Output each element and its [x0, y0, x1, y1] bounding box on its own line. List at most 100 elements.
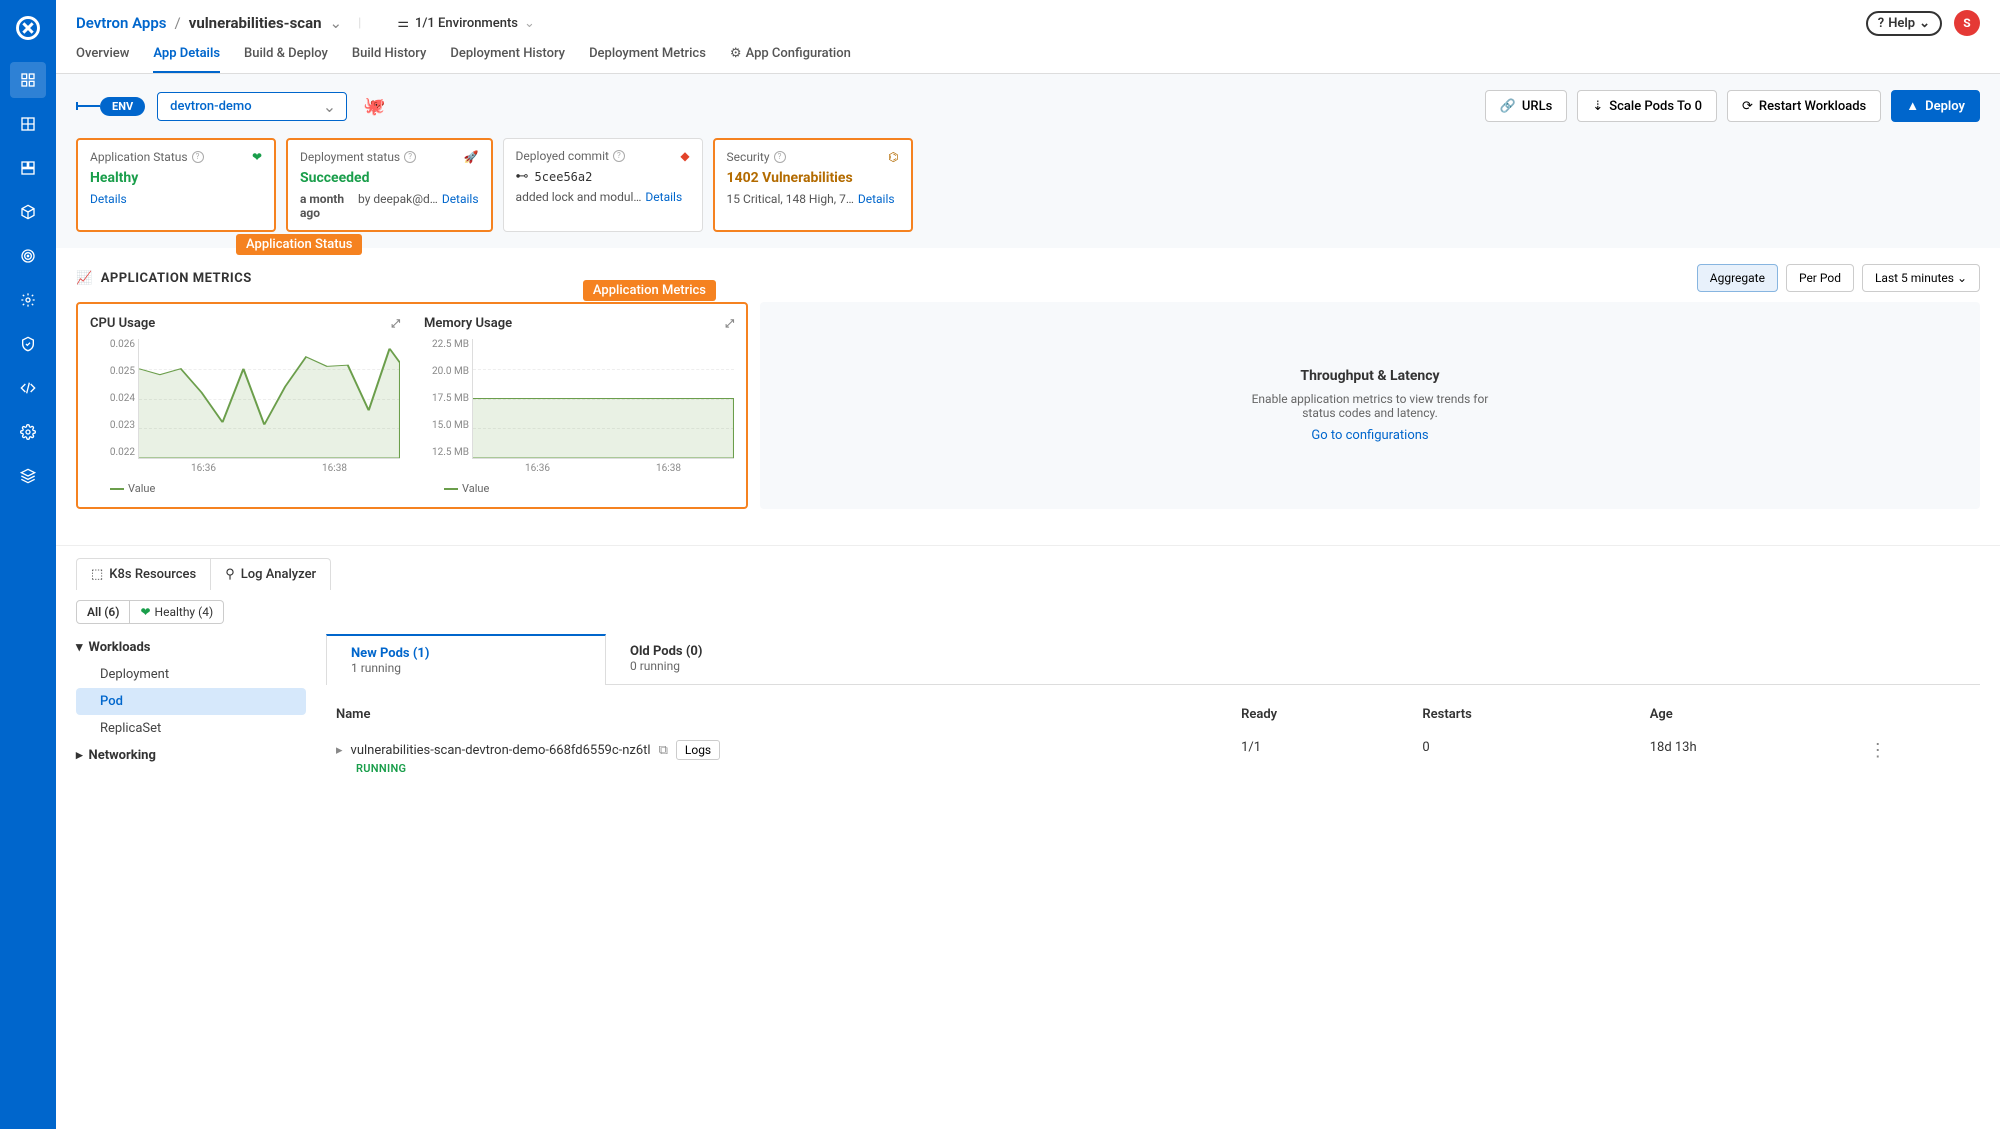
y-axis-labels: 0.0260.0250.0240.0230.022 [89, 339, 135, 458]
help-icon[interactable]: ? [774, 151, 786, 163]
chart-title-text: Memory Usage [424, 316, 512, 331]
scale-button[interactable]: ⇣Scale Pods To 0 [1577, 90, 1717, 122]
deploy-icon: ▲ [1906, 98, 1919, 114]
expand-icon[interactable]: ⤢ [725, 317, 734, 331]
details-link[interactable]: Details [645, 190, 682, 204]
breadcrumb-current: vulnerabilities-scan [189, 14, 322, 32]
commit-msg: added lock and modul… [516, 190, 642, 204]
nav-window-icon[interactable] [10, 150, 46, 186]
callout-metrics: Application Metrics [583, 280, 716, 301]
chart-memory: Memory Usage ⤢ 22.5 MB20.0 MB17.5 MB15.0 … [424, 316, 734, 495]
tab-build-deploy[interactable]: Build & Deploy [244, 46, 328, 73]
nav-shield-icon[interactable] [10, 326, 46, 362]
details-link[interactable]: Details [858, 192, 895, 206]
throughput-latency-panel: Throughput & Latency Enable application … [760, 302, 1980, 509]
pod-ready: 1/1 [1233, 732, 1412, 783]
tab-log-analyzer[interactable]: ⚲Log Analyzer [211, 558, 331, 590]
tree-item-pod[interactable]: Pod [76, 688, 306, 715]
tab-deployment-history[interactable]: Deployment History [450, 46, 565, 73]
chevron-down-icon[interactable]: ⌄ [330, 14, 343, 32]
chart-legend: Value [110, 482, 400, 495]
security-summary: 15 Critical, 148 High, 7… [727, 192, 854, 206]
nav-gear-icon[interactable] [10, 282, 46, 318]
breadcrumb-root[interactable]: Devtron Apps [76, 14, 167, 32]
tab-build-history[interactable]: Build History [352, 46, 426, 73]
page-tabs: Overview App Details Build & Deploy Buil… [56, 36, 2000, 74]
tab-new-pods[interactable]: New Pods (1) 1 running [326, 634, 606, 685]
logs-button[interactable]: Logs [676, 740, 720, 760]
tree-item-replicaset[interactable]: ReplicaSet [76, 715, 306, 742]
tree-item-deployment[interactable]: Deployment [76, 661, 306, 688]
tab-old-pods[interactable]: Old Pods (0) 0 running [606, 634, 886, 684]
nav-cube-icon[interactable] [10, 194, 46, 230]
commit-hash: 5cee56a2 [535, 170, 593, 184]
nav-grid-icon[interactable] [10, 106, 46, 142]
pod-table: Name Ready Restarts Age ▸ [326, 697, 1980, 785]
toggle-aggregate[interactable]: Aggregate [1697, 264, 1778, 292]
card-label: Application Status [90, 150, 188, 164]
details-link[interactable]: Details [442, 192, 479, 206]
chevron-down-icon: ⌄ [524, 16, 535, 31]
tab-deployment-metrics[interactable]: Deployment Metrics [589, 46, 706, 73]
col-restarts: Restarts [1414, 699, 1639, 730]
tab-app-details[interactable]: App Details [153, 46, 220, 73]
time-range-select[interactable]: Last 5 minutes ⌄ [1862, 264, 1980, 292]
nav-target-icon[interactable] [10, 238, 46, 274]
user-avatar[interactable]: S [1954, 10, 1980, 36]
nav-layers-icon[interactable] [10, 458, 46, 494]
tree-group-networking[interactable]: ▸Networking [76, 742, 306, 769]
toggle-perpod[interactable]: Per Pod [1786, 264, 1854, 292]
nav-apps-icon[interactable] [10, 62, 46, 98]
filter-icon: ⚌ [397, 16, 409, 31]
help-icon[interactable]: ? [613, 150, 625, 162]
col-name: Name [328, 699, 1231, 730]
metrics-title: APPLICATION METRICS [101, 271, 252, 286]
help-button[interactable]: ? Help ⌄ [1866, 11, 1942, 36]
chart-title-text: CPU Usage [90, 316, 155, 331]
nav-settings-icon[interactable] [10, 414, 46, 450]
table-row: ▸ vulnerabilities-scan-devtron-demo-668f… [328, 732, 1978, 783]
chevron-down-icon: ⌄ [1957, 271, 1967, 285]
link-icon: 🔗 [1500, 99, 1516, 114]
metrics-header: 📈 APPLICATION METRICS Aggregate Per Pod … [56, 248, 2000, 302]
nav-code-icon[interactable] [10, 370, 46, 406]
env-filter-label: 1/1 Environments [415, 16, 518, 31]
bug-icon: ⌬ [888, 150, 898, 164]
heartbeat-icon: ❤ [140, 605, 150, 619]
copy-icon[interactable]: ⧉ [659, 743, 668, 758]
help-icon[interactable]: ? [404, 151, 416, 163]
env-select[interactable]: devtron-demo [157, 92, 347, 121]
chevron-down-icon: ⌄ [1919, 16, 1930, 31]
chip-healthy[interactable]: ❤Healthy (4) [130, 600, 224, 624]
cube-icon: ⬚ [91, 567, 103, 582]
expand-icon[interactable]: ⤢ [391, 317, 400, 331]
deploy-button[interactable]: ▲Deploy [1891, 90, 1980, 122]
caret-right-icon[interactable]: ▸ [336, 743, 343, 758]
status-cards: Application Status ?❤ Healthy Details De… [56, 138, 2000, 248]
rocket-icon: 🐙 [363, 96, 385, 117]
urls-button[interactable]: 🔗URLs [1485, 90, 1568, 122]
help-icon[interactable]: ? [192, 151, 204, 163]
pod-tabs: New Pods (1) 1 running Old Pods (0) 0 ru… [326, 634, 1980, 685]
more-icon[interactable]: ⋮ [1869, 740, 1887, 761]
tl-config-link[interactable]: Go to configurations [1311, 428, 1428, 443]
restart-button[interactable]: ⟳Restart Workloads [1727, 90, 1881, 122]
tab-k8s-resources[interactable]: ⬚K8s Resources [76, 558, 211, 590]
tab-overview[interactable]: Overview [76, 46, 129, 73]
chip-all[interactable]: All (6) [76, 600, 130, 624]
commit-icon: ⊷ [516, 169, 529, 184]
tab-app-config[interactable]: ⚙App Configuration [730, 46, 851, 73]
details-link[interactable]: Details [90, 192, 127, 206]
tree-group-workloads[interactable]: ▾Workloads [76, 634, 306, 661]
card-deploy-status: Deployment status ?🚀 Succeeded a month a… [286, 138, 493, 232]
logo-icon [12, 12, 44, 44]
env-filter[interactable]: ⚌ 1/1 Environments ⌄ [397, 16, 535, 31]
caret-right-icon: ▸ [76, 748, 83, 763]
pod-status: RUNNING [356, 762, 1223, 775]
resource-tabs: ⬚K8s Resources ⚲Log Analyzer [56, 546, 2000, 590]
scale-icon: ⇣ [1592, 99, 1603, 114]
y-axis-labels: 22.5 MB20.0 MB17.5 MB15.0 MB12.5 MB [423, 339, 469, 458]
pod-age: 18d 13h [1642, 732, 1859, 783]
card-commit: Deployed commit ?◆ ⊷ 5cee56a2 added lock… [503, 138, 703, 232]
pod-restarts: 0 [1414, 732, 1639, 783]
